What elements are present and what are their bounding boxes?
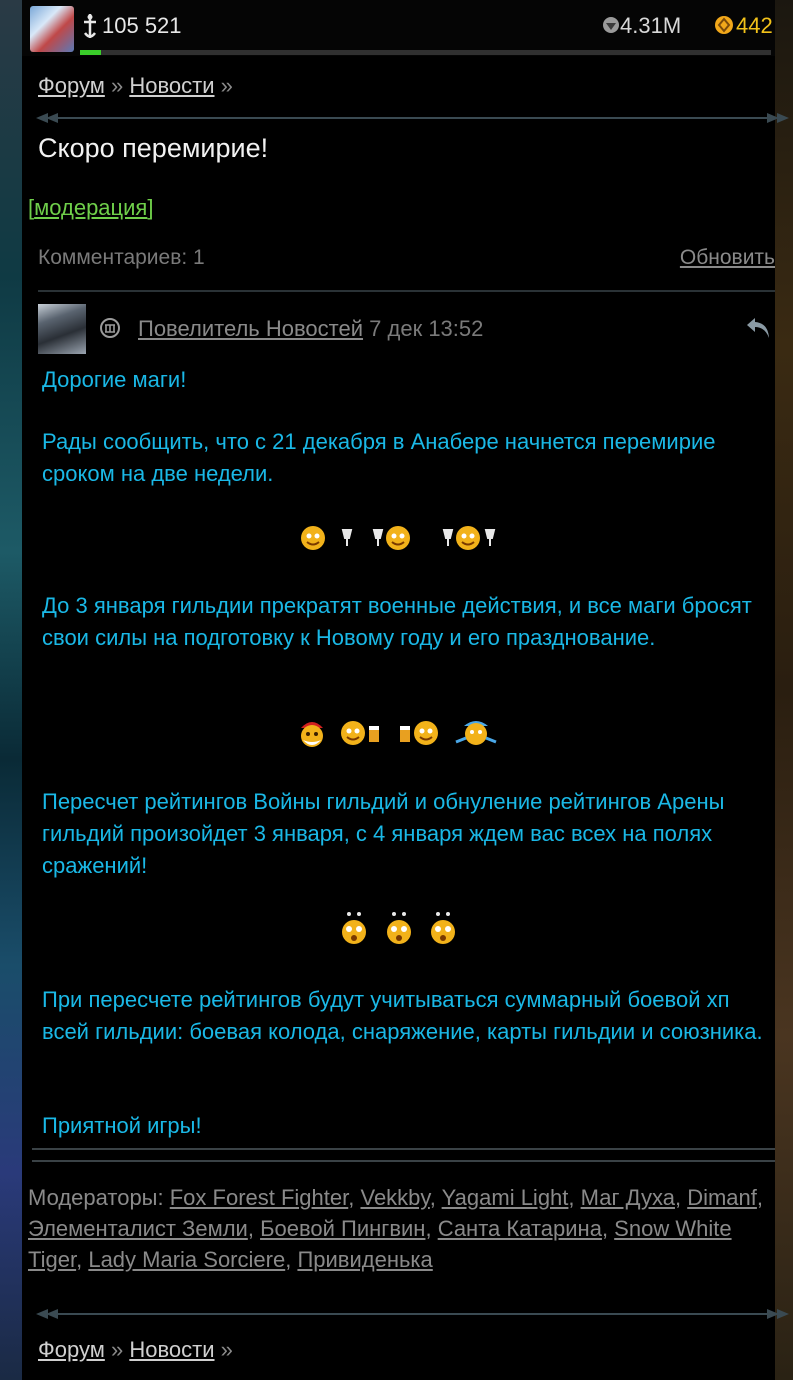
refresh-link[interactable]: Обновить (680, 244, 775, 272)
beer-smiley-icon (341, 721, 380, 745)
forum-page: 105 521 4.31M 442 Форум » Новости » Скор… (22, 0, 789, 1380)
player-avatar[interactable] (30, 6, 74, 52)
moderation-block: [модерация] (28, 194, 153, 222)
author-avatar[interactable] (38, 304, 86, 354)
drinking-smiley-icon (372, 526, 410, 550)
gold-value: 442 (736, 13, 773, 38)
breadcrumb-news-link[interactable]: Новости (129, 73, 214, 98)
smiley-row (22, 716, 775, 750)
breadcrumb-separator: » (110, 1337, 124, 1362)
breadcrumb-separator: » (220, 1337, 233, 1362)
power-value: 105 521 (102, 13, 182, 38)
energy-bar (80, 50, 771, 55)
moderators-label: Модераторы: (28, 1185, 164, 1210)
post-paragraph: Дорогие маги! (42, 367, 187, 392)
guild-emblem-icon (100, 318, 120, 338)
smiley-row (22, 524, 775, 552)
post-date: 7 дек 13:52 (369, 316, 484, 341)
drinking-smiley-icon (301, 526, 353, 550)
moderator-link[interactable]: Маг Духа (581, 1185, 675, 1210)
moderator-link[interactable]: Vekkby (360, 1185, 429, 1210)
surprised-smiley-icon (342, 912, 367, 944)
drinking-smiley-icon (442, 526, 496, 550)
surprised-smiley-icon (430, 912, 455, 944)
moderator-link[interactable]: Санта Катарина (438, 1216, 602, 1241)
divider (32, 1148, 775, 1150)
moderator-link[interactable]: Dimanf (687, 1185, 757, 1210)
thread-title: Скоро перемирие! (38, 133, 269, 163)
comments-count: Комментариев: 1 (38, 246, 205, 269)
breadcrumb-separator: » (220, 73, 233, 98)
santa-smiley-icon (300, 722, 323, 747)
moderators-list: Модераторы: Fox Forest Fighter, Vekkby, … (28, 1185, 764, 1272)
energy-bar-fill (80, 50, 101, 55)
divider (32, 1160, 775, 1162)
moderator-link[interactable]: Боевой Пингвин (260, 1216, 425, 1241)
left-decorative-border (0, 0, 22, 1380)
post-paragraph: Рады сообщить, что с 21 декабря в Анабер… (42, 429, 716, 486)
top-status-bar: 105 521 4.31M 442 (22, 0, 775, 56)
power-icon (83, 14, 97, 38)
smiley-row (22, 910, 775, 946)
surprised-smiley-icon (386, 912, 411, 944)
silver-value: 4.31M (620, 13, 682, 38)
post-meta: Повелитель Новостей 7 дек 13:52 (138, 314, 483, 344)
post-paragraph: Пересчет рейтингов Войны гильдий и обнул… (42, 789, 725, 878)
moderator-link[interactable]: Элементалист Земли (28, 1216, 248, 1241)
breadcrumb: Форум » Новости » (38, 72, 233, 100)
moderation-bracket: ] (147, 195, 154, 220)
beer-smiley-icon (399, 721, 438, 745)
gold-coin-icon (715, 16, 733, 34)
breadcrumb-forum-link[interactable]: Форум (38, 1337, 105, 1362)
right-decorative-border (775, 0, 793, 1380)
divider (38, 290, 775, 292)
reply-icon[interactable] (745, 314, 773, 342)
breadcrumb: Форум » Новости » (38, 1336, 233, 1364)
section-divider (36, 1309, 789, 1319)
post-paragraph: До 3 января гильдии прекратят военные де… (42, 593, 752, 650)
post-paragraph: При пересчете рейтингов будут учитыватьс… (42, 987, 763, 1044)
breadcrumb-separator: » (110, 73, 124, 98)
breadcrumb-forum-link[interactable]: Форум (38, 73, 105, 98)
dancing-smiley-icon (455, 721, 497, 745)
breadcrumb-news-link[interactable]: Новости (129, 1337, 214, 1362)
moderator-link[interactable]: Yagami Light (442, 1185, 569, 1210)
post-paragraph: Приятной игры! (42, 1113, 202, 1138)
silver-gem-icon (603, 17, 619, 33)
section-divider (36, 113, 789, 123)
moderation-link[interactable]: модерация (34, 195, 147, 220)
moderator-link[interactable]: Fox Forest Fighter (170, 1185, 349, 1210)
author-link[interactable]: Повелитель Новостей (138, 316, 363, 341)
moderator-link[interactable]: Lady Maria Sorciere (88, 1247, 285, 1272)
moderator-link[interactable]: Привиденька (297, 1247, 432, 1272)
